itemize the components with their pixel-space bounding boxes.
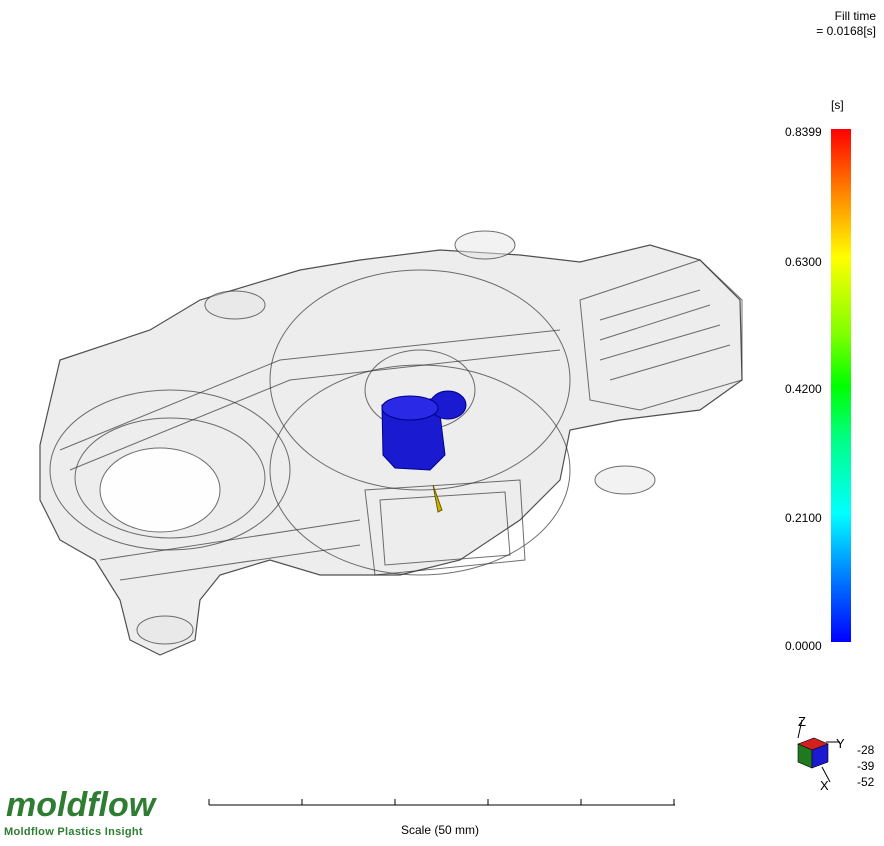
orientation-value-y: -39 [857, 759, 875, 773]
scale-ruler [208, 799, 675, 806]
x-axis-label: X [820, 778, 829, 793]
scale-label: Scale (50 mm) [400, 823, 480, 837]
orientation-values: -28 -39 -52 [857, 742, 874, 790]
product-name: Moldflow Plastics Insight [4, 826, 143, 838]
part-model-viewport[interactable] [0, 0, 884, 846]
orientation-value-x: -52 [857, 775, 875, 789]
z-axis-label: Z [798, 714, 806, 729]
svg-text:moldflow: moldflow [6, 786, 158, 824]
orientation-value-z: -28 [857, 743, 875, 757]
moldflow-logo: moldflow [6, 786, 158, 824]
orientation-triad[interactable]: Z Y X [790, 712, 850, 797]
y-axis-label: Y [836, 736, 845, 751]
